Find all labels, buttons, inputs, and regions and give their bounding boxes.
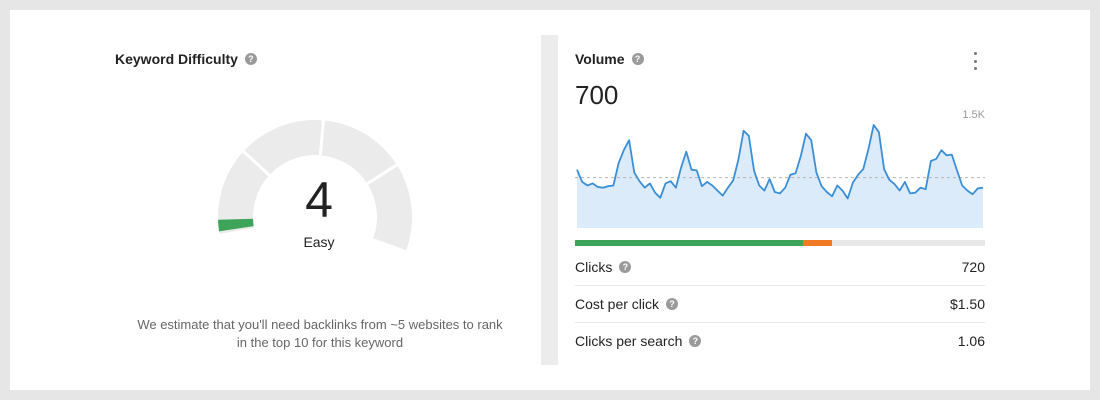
- clicks-value: 720: [961, 258, 985, 275]
- more-vertical-icon[interactable]: [967, 52, 983, 70]
- volume-title-text: Volume: [575, 51, 625, 67]
- metric-row-cost-per-click: Cost per click ? $1.50: [575, 285, 985, 323]
- question-circle-icon[interactable]: ?: [666, 297, 679, 310]
- trend-area: [577, 125, 983, 228]
- clicks-split-bar: [575, 240, 985, 246]
- difficulty-note: We estimate that you'll need backlinks f…: [110, 316, 530, 352]
- cost-per-click-value: $1.50: [949, 295, 985, 312]
- volume-title: Volume ?: [575, 51, 644, 67]
- difficulty-score: 4: [305, 172, 333, 228]
- keyword-overview-card: Keyword Difficulty ? 4 Easy We estimate …: [10, 10, 1090, 390]
- difficulty-note-line-2: in the top 10 for this keyword: [236, 335, 404, 350]
- clicks-label: Clicks: [575, 258, 613, 275]
- clicks-per-search-value: 1.06: [957, 332, 985, 349]
- volume-value: 700: [575, 80, 619, 110]
- question-circle-icon[interactable]: ?: [689, 334, 702, 347]
- metric-row-clicks: Clicks ? 720: [575, 248, 985, 286]
- question-circle-icon[interactable]: ?: [631, 53, 644, 65]
- keyword-difficulty-panel: Keyword Difficulty ? 4 Easy We estimate …: [10, 10, 540, 390]
- question-circle-icon[interactable]: ?: [619, 260, 632, 273]
- volume-panel: Volume ? 700 1.5K Clicks ? 720 Cost per …: [575, 10, 990, 390]
- keyword-difficulty-title: Keyword Difficulty ?: [115, 51, 257, 67]
- clicks-per-search-label: Clicks per search: [575, 332, 683, 349]
- question-circle-icon[interactable]: ?: [244, 53, 257, 65]
- clicks-split-paid: [803, 240, 833, 246]
- volume-trend-chart: [575, 124, 985, 228]
- difficulty-note-line-1: We estimate that you'll need backlinks f…: [137, 317, 503, 332]
- difficulty-level: Easy: [303, 234, 335, 250]
- clicks-split-organic: [575, 240, 804, 246]
- panel-divider: [541, 35, 558, 365]
- metric-row-clicks-per-search: Clicks per search ? 1.06: [575, 322, 985, 359]
- keyword-difficulty-title-text: Keyword Difficulty: [115, 51, 238, 67]
- cost-per-click-label: Cost per click: [575, 295, 660, 312]
